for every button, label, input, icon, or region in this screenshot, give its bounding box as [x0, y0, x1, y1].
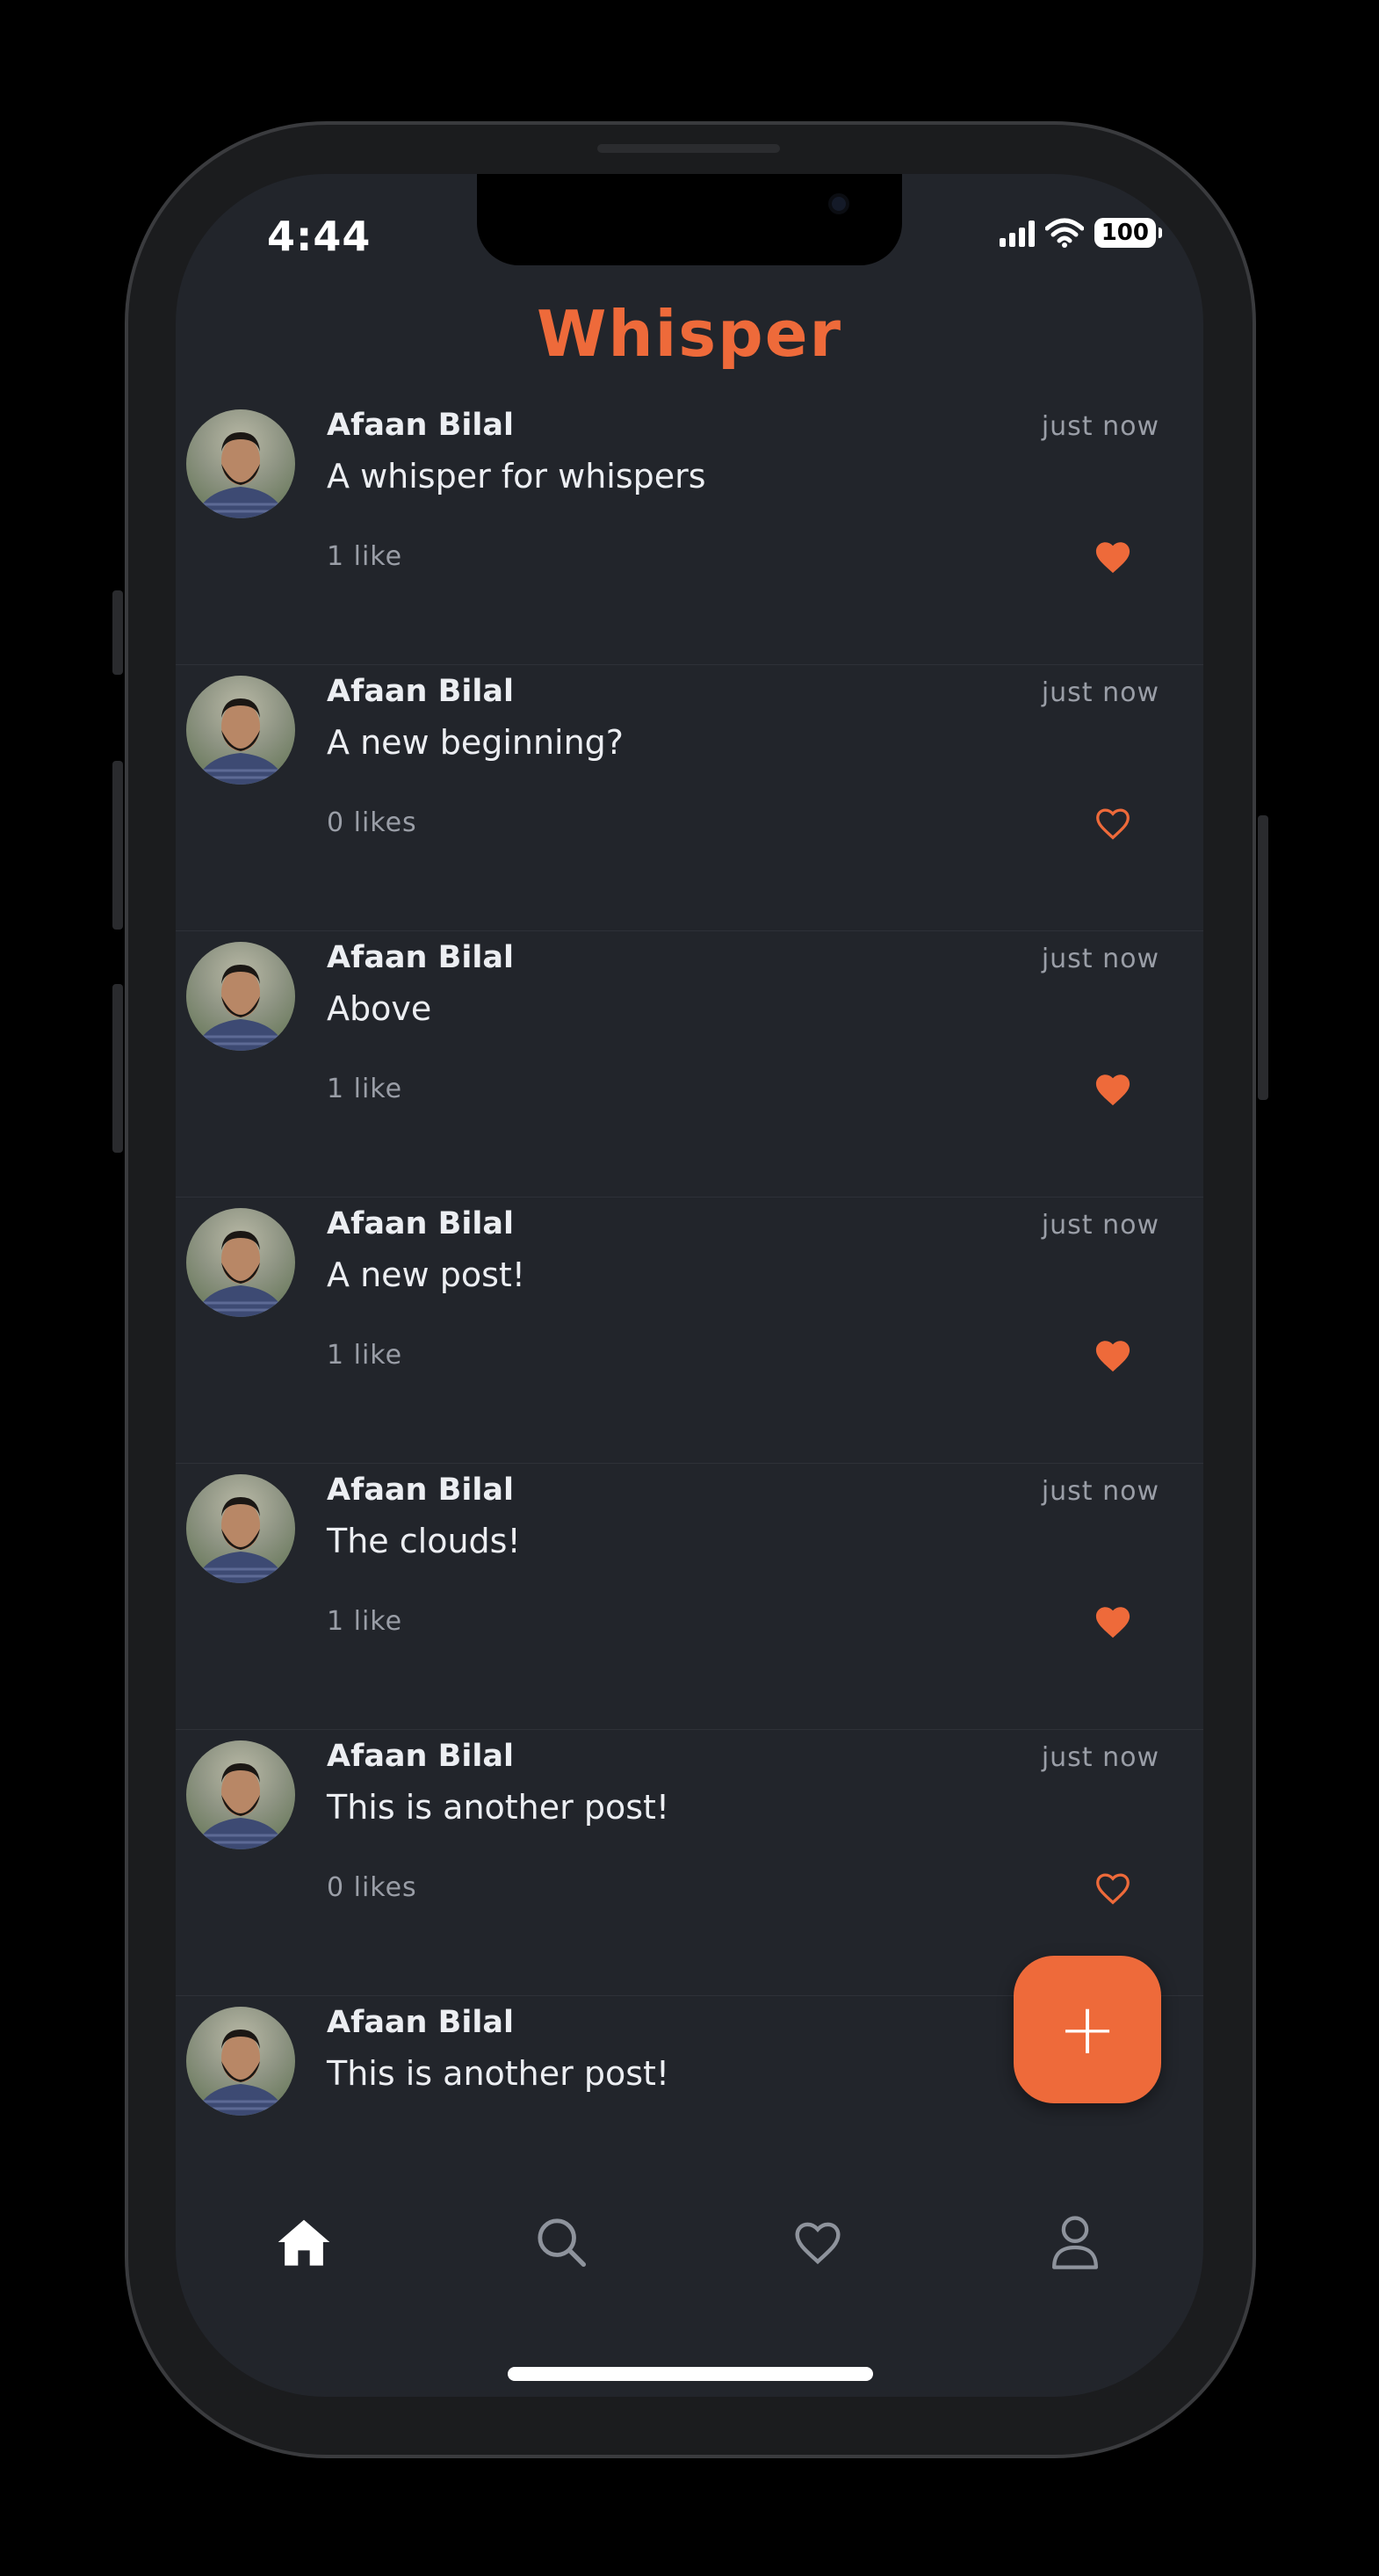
like-count: 0 likes [327, 1872, 417, 1903]
heart-filled-icon[interactable] [1093, 1072, 1133, 1107]
post-text: This is another post! [327, 1788, 670, 1827]
post-item[interactable]: Afaan Bilal just now The clouds! 1 like [176, 1464, 1203, 1730]
post-text: A new beginning? [327, 723, 624, 762]
signal-icon [999, 219, 1035, 247]
silent-switch [112, 590, 123, 675]
like-count: 1 like [327, 1340, 403, 1371]
avatar[interactable] [186, 676, 295, 785]
post-timestamp: just now [1041, 1476, 1159, 1507]
volume-up-button [112, 761, 123, 930]
post-item[interactable]: Afaan Bilal just now A new beginning? 0 … [176, 665, 1203, 931]
heart-outline-icon[interactable] [1093, 1870, 1133, 1906]
like-count: 1 like [327, 1606, 403, 1637]
like-count: 0 likes [327, 807, 417, 838]
new-post-button[interactable]: + [1014, 1956, 1161, 2103]
tab-search[interactable] [433, 2189, 690, 2295]
post-author[interactable]: Afaan Bilal [327, 674, 514, 709]
heart-filled-icon[interactable] [1093, 539, 1133, 575]
heart-filled-icon[interactable] [1093, 1604, 1133, 1639]
status-icons: 100 [999, 218, 1163, 248]
speaker-grille [597, 144, 780, 153]
post-text: A whisper for whispers [327, 457, 706, 496]
post-item[interactable]: Afaan Bilal just now A new post! 1 like [176, 1198, 1203, 1464]
avatar[interactable] [186, 2007, 295, 2116]
post-timestamp: just now [1041, 677, 1159, 708]
avatar[interactable] [186, 409, 295, 518]
wifi-icon [1044, 218, 1084, 248]
avatar[interactable] [186, 1208, 295, 1317]
volume-down-button [112, 984, 123, 1153]
front-camera [828, 193, 849, 214]
post-author[interactable]: Afaan Bilal [327, 2005, 514, 2040]
post-text: The clouds! [327, 1522, 521, 1560]
post-author[interactable]: Afaan Bilal [327, 1739, 514, 1774]
post-author[interactable]: Afaan Bilal [327, 408, 514, 443]
home-icon [278, 2219, 330, 2266]
tab-profile[interactable] [947, 2189, 1204, 2295]
battery-level: 100 [1101, 220, 1149, 246]
post-author[interactable]: Afaan Bilal [327, 1473, 514, 1508]
plus-icon: + [1058, 1988, 1117, 2070]
post-timestamp: just now [1041, 1742, 1159, 1773]
tab-home[interactable] [176, 2189, 433, 2295]
profile-icon [1051, 2216, 1098, 2269]
post-timestamp: just now [1041, 411, 1159, 442]
avatar[interactable] [186, 1474, 295, 1583]
post-text: Above [327, 989, 432, 1028]
like-count: 1 like [327, 1074, 403, 1104]
app-screen: 4:44 100 Whisper Afaan Bilal just now A … [176, 174, 1203, 2397]
bottom-tab-bar [176, 2189, 1203, 2295]
battery-icon: 100 [1094, 218, 1163, 248]
heart-icon [795, 2222, 841, 2265]
post-author[interactable]: Afaan Bilal [327, 940, 514, 975]
post-text: This is another post! [327, 2054, 670, 2093]
power-button [1258, 815, 1268, 1100]
post-item[interactable]: Afaan Bilal just now Above 1 like [176, 931, 1203, 1198]
post-author[interactable]: Afaan Bilal [327, 1206, 514, 1241]
like-count: 1 like [327, 541, 403, 572]
avatar[interactable] [186, 1740, 295, 1849]
status-time: 4:44 [267, 213, 372, 260]
notch [477, 174, 902, 265]
post-feed[interactable]: Afaan Bilal just now A whisper for whisp… [176, 399, 1203, 2153]
tab-likes[interactable] [690, 2189, 947, 2295]
heart-filled-icon[interactable] [1093, 1338, 1133, 1373]
heart-outline-icon[interactable] [1093, 806, 1133, 841]
post-timestamp: just now [1041, 944, 1159, 974]
app-title: Whisper [536, 297, 843, 371]
post-timestamp: just now [1041, 1210, 1159, 1241]
search-icon [538, 2218, 586, 2268]
post-item[interactable]: Afaan Bilal just now A whisper for whisp… [176, 399, 1203, 665]
avatar[interactable] [186, 942, 295, 1051]
post-text: A new post! [327, 1255, 525, 1294]
home-indicator[interactable] [508, 2367, 873, 2381]
